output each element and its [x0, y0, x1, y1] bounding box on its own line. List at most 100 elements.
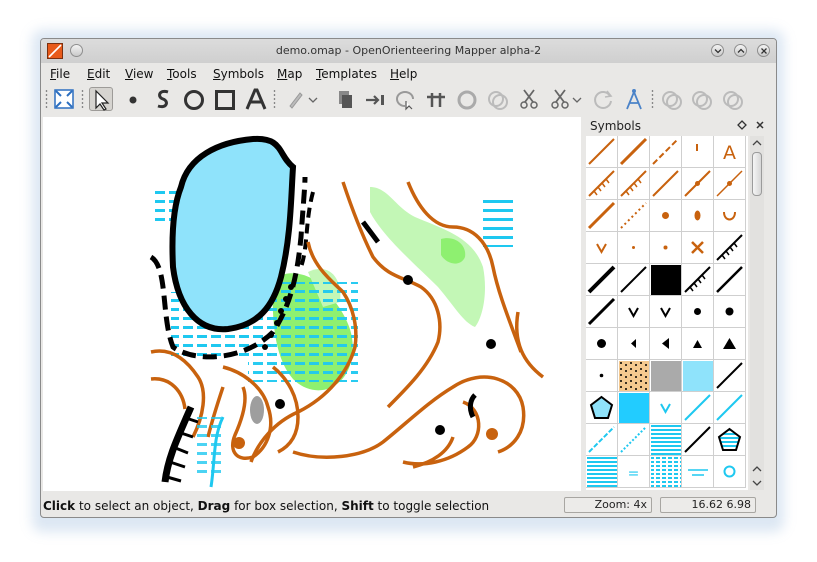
- menu-view[interactable]: View: [125, 67, 153, 81]
- draw-text-icon[interactable]: [244, 87, 268, 111]
- symbol-cell[interactable]: [714, 424, 746, 456]
- intersect-icon[interactable]: [660, 87, 684, 111]
- xor-icon[interactable]: [721, 87, 745, 111]
- symbol-cell[interactable]: [586, 232, 618, 264]
- draw-rectangle-icon[interactable]: [213, 87, 237, 111]
- symbol-cell[interactable]: [650, 328, 682, 360]
- symbol-cell[interactable]: [618, 264, 650, 296]
- symbol-cell[interactable]: [586, 392, 618, 424]
- toolbar-grip[interactable]: [45, 89, 48, 109]
- symbol-cell[interactable]: [682, 328, 714, 360]
- symbol-cell[interactable]: [650, 392, 682, 424]
- symbol-cell[interactable]: [618, 168, 650, 200]
- menu-map[interactable]: Map: [277, 67, 302, 81]
- symbol-cell[interactable]: [618, 424, 650, 456]
- symbol-cell[interactable]: [650, 456, 682, 488]
- symbol-cell[interactable]: [618, 200, 650, 232]
- fit-view-icon[interactable]: [52, 87, 76, 111]
- map-canvas[interactable]: [43, 117, 581, 491]
- symbol-cell[interactable]: [682, 200, 714, 232]
- symbol-cell[interactable]: [586, 296, 618, 328]
- draw-point-icon[interactable]: [121, 87, 145, 111]
- symbol-cell[interactable]: [586, 328, 618, 360]
- symbol-cell[interactable]: [618, 360, 650, 392]
- menu-file[interactable]: File: [50, 67, 70, 81]
- symbol-cell[interactable]: [586, 264, 618, 296]
- edit-pen-icon[interactable]: [284, 87, 308, 111]
- symbol-cell[interactable]: [682, 456, 714, 488]
- menu-symbols[interactable]: Symbols: [213, 67, 264, 81]
- menu-help[interactable]: Help: [390, 67, 417, 81]
- select-arrow-icon[interactable]: [89, 87, 113, 111]
- symbol-cell[interactable]: [650, 424, 682, 456]
- symbol-cell[interactable]: [586, 456, 618, 488]
- minimize-button[interactable]: [711, 44, 724, 57]
- symbol-cell[interactable]: [714, 328, 746, 360]
- symbol-cell[interactable]: [586, 168, 618, 200]
- symbol-cell[interactable]: [682, 232, 714, 264]
- symbol-cell[interactable]: [650, 136, 682, 168]
- scroll-up-icon[interactable]: [750, 462, 764, 476]
- symbol-cell[interactable]: [618, 392, 650, 424]
- symbol-cell[interactable]: [586, 200, 618, 232]
- symbol-cell[interactable]: [650, 296, 682, 328]
- undo-rotate-icon[interactable]: [591, 87, 615, 111]
- symbol-cell[interactable]: [650, 200, 682, 232]
- symbol-cell[interactable]: [714, 456, 746, 488]
- map-drawing[interactable]: [43, 117, 581, 491]
- symbol-cell[interactable]: [618, 296, 650, 328]
- symbol-cell[interactable]: =: [618, 456, 650, 488]
- symbol-cell[interactable]: [714, 168, 746, 200]
- menu-templates[interactable]: Templates: [316, 67, 377, 81]
- symbol-cell[interactable]: [682, 136, 714, 168]
- symbol-cell[interactable]: [586, 136, 618, 168]
- toolbar-grip[interactable]: [273, 89, 276, 109]
- symbol-cell[interactable]: [714, 360, 746, 392]
- close-icon[interactable]: [754, 119, 766, 131]
- symbol-cell[interactable]: [714, 232, 746, 264]
- symbols-scrollbar[interactable]: [750, 136, 764, 490]
- draw-circle-icon[interactable]: [182, 87, 206, 111]
- switch-direction-icon[interactable]: [363, 87, 387, 111]
- scroll-up-icon[interactable]: [750, 136, 764, 150]
- cut-hole-icon[interactable]: [486, 87, 510, 111]
- symbol-cell[interactable]: [714, 296, 746, 328]
- chevron-down-icon[interactable]: [307, 87, 319, 111]
- float-icon[interactable]: [736, 119, 748, 131]
- symbol-cell[interactable]: [682, 424, 714, 456]
- toolbar-grip[interactable]: [651, 89, 654, 109]
- symbol-cell[interactable]: [682, 264, 714, 296]
- symbol-cell[interactable]: [618, 232, 650, 264]
- scroll-down-icon[interactable]: [750, 476, 764, 490]
- scissors-icon[interactable]: [517, 87, 541, 111]
- symbol-cell[interactable]: [682, 392, 714, 424]
- symbol-cell[interactable]: [682, 360, 714, 392]
- symbol-cell[interactable]: [650, 168, 682, 200]
- cut-tool-icon[interactable]: [424, 87, 448, 111]
- symbol-cell[interactable]: [586, 424, 618, 456]
- menu-edit[interactable]: Edit: [87, 67, 110, 81]
- symbol-cell[interactable]: [682, 296, 714, 328]
- symbol-cell[interactable]: [618, 328, 650, 360]
- symbol-cell[interactable]: [650, 360, 682, 392]
- symbol-cell[interactable]: [650, 232, 682, 264]
- symbol-cell[interactable]: [650, 264, 682, 296]
- cut-area-icon[interactable]: [548, 87, 572, 111]
- symbol-cell[interactable]: [682, 168, 714, 200]
- symbol-cell[interactable]: [714, 200, 746, 232]
- symbol-cell[interactable]: A: [714, 136, 746, 168]
- rotate-icon[interactable]: [393, 87, 417, 111]
- duplicate-icon[interactable]: [333, 87, 357, 111]
- symbol-cell[interactable]: [586, 360, 618, 392]
- scrollbar-thumb[interactable]: [752, 152, 762, 196]
- draw-path-icon[interactable]: [151, 87, 175, 111]
- chevron-down-icon[interactable]: [571, 87, 583, 111]
- maximize-button[interactable]: [734, 44, 747, 57]
- symbol-cell[interactable]: [714, 392, 746, 424]
- close-button[interactable]: [757, 44, 770, 57]
- difference-icon[interactable]: [690, 87, 714, 111]
- measure-icon[interactable]: [622, 87, 646, 111]
- menu-tools[interactable]: Tools: [167, 67, 197, 81]
- toolbar-grip[interactable]: [81, 89, 84, 109]
- symbol-cell[interactable]: [714, 264, 746, 296]
